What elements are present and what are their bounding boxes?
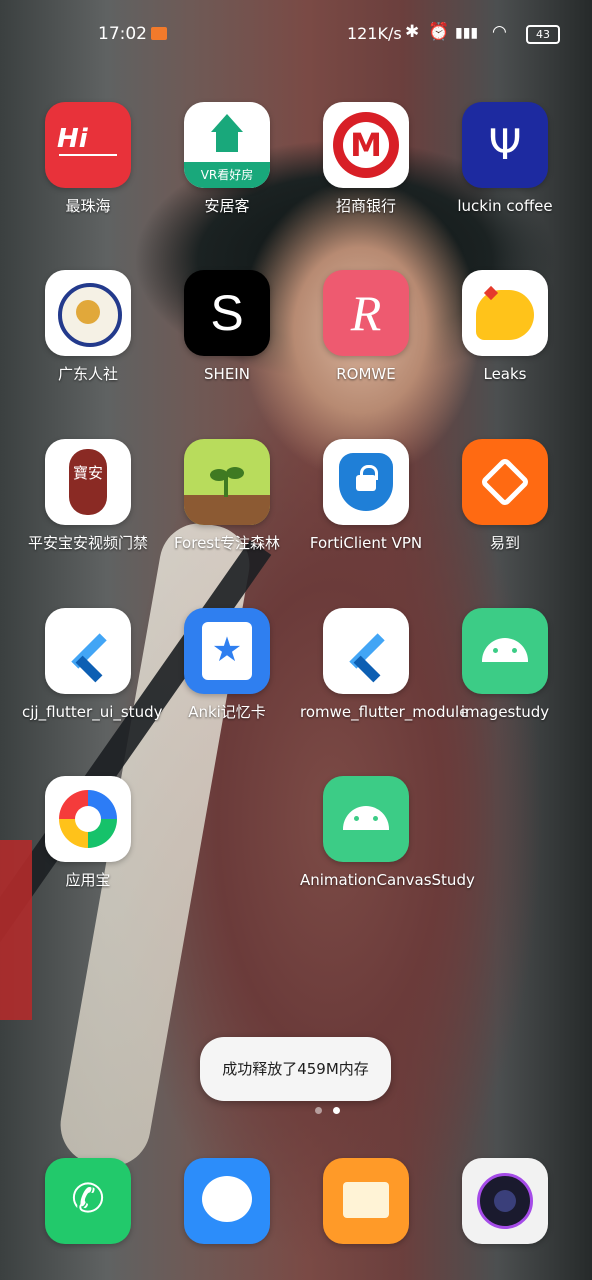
anjuke-icon: VR看好房 [184,102,270,188]
app-yingyongbao[interactable]: 应用宝 [18,776,158,890]
app-label: luckin coffee [457,197,553,215]
app-label: 最珠海 [65,197,111,215]
app-leaks[interactable]: Leaks [435,270,575,384]
app-cmb[interactable]: M 招商银行 [296,102,436,216]
app-imagestudy[interactable]: imagestudy [435,608,575,722]
notes-icon[interactable] [323,1158,409,1244]
app-shein[interactable]: S SHEIN [157,270,297,384]
app-label: Anki记忆卡 [188,703,266,721]
app-yidao[interactable]: 易到 [435,439,575,553]
guangdong-rensha-icon [45,270,131,356]
app-label: ROMWE [336,365,396,383]
messages-icon[interactable] [184,1158,270,1244]
app-label: 广东人社 [57,365,118,383]
romwe-icon: R [323,270,409,356]
app-label: SHEIN [204,365,250,383]
flutter-icon [323,608,409,694]
app-label: FortiClient VPN [309,534,423,552]
app-forticlient[interactable]: FortiClient VPN [296,439,436,553]
app-anki[interactable]: ★ Anki记忆卡 [157,608,297,722]
app-label: 安居客 [204,197,250,215]
app-label: AnimationCanvasStudy [300,871,475,889]
wifi-icon: ◠ [492,22,507,42]
forticlient-icon [323,439,409,525]
camera-icon[interactable] [462,1158,548,1244]
ping-an-icon: 寶安 [45,439,131,525]
app-anjuke[interactable]: VR看好房 安居客 [157,102,297,216]
page-dot-active[interactable] [333,1107,340,1114]
bluetooth-icon: ✱ [405,22,420,42]
app-luckin[interactable]: Ψ luckin coffee [435,102,575,216]
page-dot[interactable] [315,1107,322,1114]
app-label: romwe_flutter_module [300,703,469,721]
app-ping-an[interactable]: 寶安 平安宝安视频门禁 [18,439,158,553]
app-forest[interactable]: Forest专注森林 [157,439,297,553]
app-guangdong-rensha[interactable]: 广东人社 [18,270,158,384]
notification-icon [151,27,167,40]
android-icon [462,608,548,694]
app-label: 招商银行 [335,197,396,215]
app-animation-canvas-study[interactable]: AnimationCanvasStudy [296,776,475,890]
app-label: Forest专注森林 [173,534,281,552]
signal-icon: ▮▮▮ [455,25,479,41]
alarm-icon: ⏰ [428,22,450,42]
yingyongbao-icon [45,776,131,862]
leaks-icon [462,270,548,356]
app-cjj-flutter[interactable]: cjj_flutter_ui_study [18,608,163,722]
network-speed: 121K/s [347,24,402,43]
luckin-icon: Ψ [462,102,548,188]
battery-icon: 43 [526,25,560,44]
clock: 17:02 [98,24,147,44]
yidao-icon [462,439,548,525]
app-label: Leaks [483,365,527,383]
zuizhuhai-icon: Hi [45,102,131,188]
cmb-icon: M [323,102,409,188]
status-bar: 17:02 121K/s ✱ ⏰ ▮▮▮ ◠ 43 [0,0,592,64]
forest-icon [184,439,270,525]
shein-icon: S [184,270,270,356]
anki-icon: ★ [184,608,270,694]
toast-message: 成功释放了459M内存 [200,1037,391,1101]
app-romwe[interactable]: R ROMWE [296,270,436,384]
app-label: 易到 [489,534,520,552]
app-zuizhuhai[interactable]: Hi 最珠海 [18,102,158,216]
android-icon [323,776,409,862]
phone-icon[interactable]: ✆ [45,1158,131,1244]
app-label: 应用宝 [65,871,111,889]
app-romwe-flutter[interactable]: romwe_flutter_module [296,608,469,722]
flutter-icon [45,608,131,694]
app-label: 平安宝安视频门禁 [27,534,148,552]
app-label: cjj_flutter_ui_study [22,703,163,721]
app-label: imagestudy [460,703,550,721]
